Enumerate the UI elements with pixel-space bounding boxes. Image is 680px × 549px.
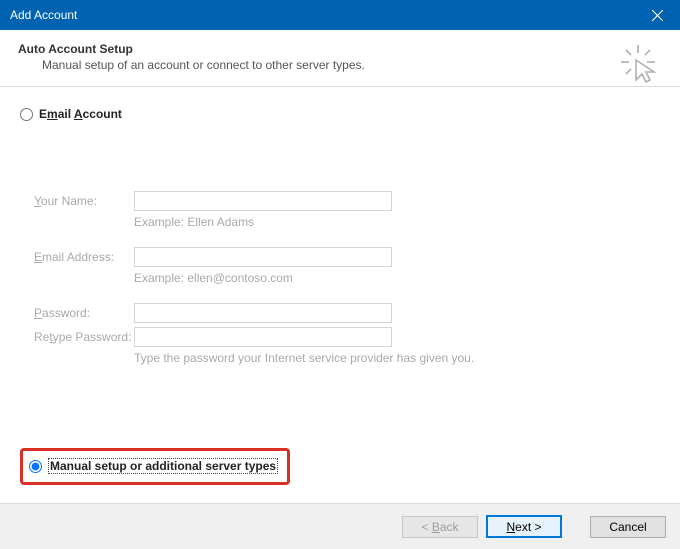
radio-email-account[interactable] <box>20 108 33 121</box>
your-name-input <box>134 191 392 211</box>
email-hint: Example: ellen@contoso.com <box>134 271 660 285</box>
back-button: < Back <box>402 516 478 538</box>
email-input <box>134 247 392 267</box>
option-email-account[interactable]: Email Account <box>20 107 660 121</box>
password-label: Password: <box>34 306 134 320</box>
header-title: Auto Account Setup <box>18 42 662 56</box>
radio-manual-setup[interactable] <box>29 460 42 473</box>
option-manual-setup-container: Manual setup or additional server types <box>20 448 290 485</box>
wizard-footer: < Back Next > Cancel <box>0 503 680 549</box>
email-account-form: Your Name: Example: Ellen Adams Email Ad… <box>34 191 660 365</box>
email-label: Email Address: <box>34 250 134 264</box>
title-bar: Add Account <box>0 0 680 30</box>
close-button[interactable] <box>635 0 680 30</box>
retype-password-input <box>134 327 392 347</box>
close-icon <box>652 10 663 21</box>
window-title: Add Account <box>10 8 77 22</box>
option-manual-setup-label[interactable]: Manual setup or additional server types <box>48 458 278 474</box>
password-input <box>134 303 392 323</box>
next-button[interactable]: Next > <box>486 515 562 538</box>
cancel-button[interactable]: Cancel <box>590 516 666 538</box>
your-name-label: Your Name: <box>34 194 134 208</box>
header-subtitle: Manual setup of an account or connect to… <box>42 58 662 72</box>
retype-password-label: Retype Password: <box>34 330 134 344</box>
highlight-annotation: Manual setup or additional server types <box>20 448 290 485</box>
password-hint: Type the password your Internet service … <box>134 351 660 365</box>
option-email-account-label: Email Account <box>39 107 122 121</box>
cursor-click-icon <box>620 44 660 84</box>
wizard-content: Email Account Your Name: Example: Ellen … <box>0 87 680 503</box>
wizard-header: Auto Account Setup Manual setup of an ac… <box>0 30 680 87</box>
your-name-hint: Example: Ellen Adams <box>134 215 660 229</box>
